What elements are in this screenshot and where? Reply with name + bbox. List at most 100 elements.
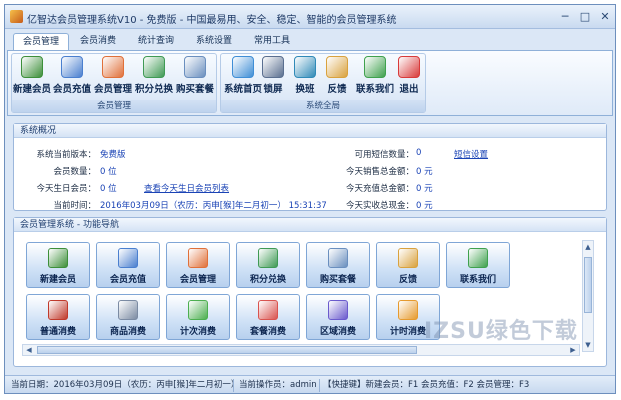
overview-value: 0 元 (416, 184, 433, 194)
nav-tile-ticket[interactable]: 计次消费 (166, 294, 230, 340)
nav-tile-pen[interactable]: 会员充值 (96, 242, 160, 288)
watermark: IZSU绿色下载 (424, 319, 578, 344)
ribbon: 新建会员 会员充值 会员管理 积分兑换 购买套餐 会员管理 系统首页 锁屏 换班… (7, 50, 613, 116)
pen-icon (61, 56, 83, 78)
status-bar: 当前日期：2016年03月09日（农历：丙申[猴]年二月初一） 当前操作员：ad… (5, 375, 615, 393)
ribbon-contact-button[interactable]: 联系我们 (355, 56, 395, 98)
tab-common-tools[interactable]: 常用工具 (245, 33, 299, 50)
ribbon-new-member-button[interactable]: 新建会员 (12, 56, 52, 98)
overview-value: 0 (416, 148, 422, 158)
nav-tile-phone[interactable]: 联系我们 (446, 242, 510, 288)
ribbon-group-system: 系统首页 锁屏 换班 反馈 联系我们 退出 系统全局 (220, 53, 426, 113)
status-shortcuts: 【快捷键】新建会员：F1 会员充值：F2 会员管理：F3 (323, 380, 530, 390)
ribbon-button-label: 联系我们 (355, 84, 394, 95)
horizontal-scroll-thumb[interactable] (37, 346, 417, 354)
scroll-down-arrow-icon[interactable]: ▼ (583, 340, 593, 350)
overview-row: 会员数量： 0 位 今天销售总金额： 0 元 (14, 165, 614, 177)
function-navigation-panel: 会员管理系统 - 功能导航 新建会员 会员充值 会员管理 积分兑换 购买套餐 反馈 联系我们… (13, 217, 607, 367)
tab-member-consumption[interactable]: 会员消费 (71, 33, 125, 50)
overview-label: 系统当前版本： (36, 150, 96, 160)
ribbon-lock-screen-button[interactable]: 锁屏 (259, 56, 287, 98)
minimize-button[interactable]: ─ (555, 8, 575, 25)
ribbon-button-label: 会员管理 (93, 84, 132, 95)
phone-icon (468, 248, 488, 268)
ribbon-home-button[interactable]: 系统首页 (223, 56, 263, 98)
ribbon-group-caption: 系统全局 (221, 100, 425, 112)
add-user-icon (48, 248, 68, 268)
overview-row: 系统当前版本： 免费版 可用短信数量： 0 短信设置 (14, 148, 614, 160)
scroll-left-arrow-icon[interactable]: ◀ (24, 345, 34, 355)
nav-header: 会员管理系统 - 功能导航 (14, 218, 606, 232)
overview-label: 今天生日会员： (36, 184, 96, 194)
birthday-members-link[interactable]: 查看今天生日会员列表 (144, 182, 229, 194)
tab-statistics[interactable]: 统计查询 (129, 33, 183, 50)
nav-tile-label: 会员管理 (179, 275, 216, 285)
ribbon-button-label: 反馈 (327, 84, 347, 95)
nav-tile-package[interactable]: 套餐消费 (236, 294, 300, 340)
lock-icon (262, 56, 284, 78)
nav-tile-grid[interactable]: 普通消费 (26, 294, 90, 340)
nav-tile-member-card[interactable]: 会员管理 (166, 242, 230, 288)
nav-tile-cart[interactable]: 商品消费 (96, 294, 160, 340)
ribbon-shift-change-button[interactable]: 换班 (291, 56, 319, 98)
grid-icon (48, 300, 68, 320)
shift-change-icon (294, 56, 316, 78)
status-separator (319, 379, 320, 392)
ribbon-exit-button[interactable]: 退出 (395, 56, 423, 98)
maximize-button[interactable]: □ (575, 8, 595, 25)
nav-tile-label: 积分兑换 (249, 275, 286, 285)
overview-row: 今天生日会员： 0 位 查看今天生日会员列表 今天充值总金额： 0 元 (14, 182, 614, 194)
tab-system-settings[interactable]: 系统设置 (187, 33, 241, 50)
nav-tile-gift[interactable]: 积分兑换 (236, 242, 300, 288)
sms-settings-link[interactable]: 短信设置 (454, 148, 488, 160)
overview-label: 当前时间： (53, 201, 96, 211)
ribbon-button-label: 会员充值 (52, 84, 91, 95)
current-time-value: 2016年03月09日（农历：丙申[猴]年二月初一） 15:31:37 (100, 201, 327, 211)
ribbon-buy-package-button[interactable]: 购买套餐 (175, 56, 215, 98)
ribbon-button-label: 系统首页 (223, 84, 262, 95)
overview-label: 会员数量： (53, 167, 96, 177)
area-grid-icon (328, 300, 348, 320)
close-button[interactable]: ✕ (595, 8, 615, 25)
nav-tile-label: 联系我们 (459, 275, 496, 285)
ribbon-member-manage-button[interactable]: 会员管理 (93, 56, 133, 98)
window-title: 亿智达会员管理系统V10 - 免费版 - 中国最易用、安全、稳定、智能的会员管理… (27, 15, 397, 26)
overview-value: 0 位 (100, 184, 117, 194)
tab-member-management[interactable]: 会员管理 (13, 33, 70, 50)
nav-tile-label: 普通消费 (39, 327, 76, 337)
ribbon-group-caption: 会员管理 (12, 100, 216, 112)
pen-icon (118, 248, 138, 268)
ribbon-points-exchange-button[interactable]: 积分兑换 (134, 56, 174, 98)
ribbon-button-label: 积分兑换 (134, 84, 173, 95)
nav-tile-add-user[interactable]: 新建会员 (26, 242, 90, 288)
nav-tile-area-grid[interactable]: 区域消费 (306, 294, 370, 340)
package-icon (258, 300, 278, 320)
app-logo-icon (10, 10, 23, 23)
status-operator: 当前操作员：admin (239, 380, 317, 390)
nav-tile-label: 新建会员 (39, 275, 76, 285)
nav-tile-feedback[interactable]: 反馈 (376, 242, 440, 288)
status-date: 当前日期：2016年03月09日（农历：丙申[猴]年二月初一） (11, 380, 240, 390)
overview-row: 当前时间： 2016年03月09日（农历：丙申[猴]年二月初一） 15:31:3… (14, 199, 614, 211)
nav-tile-label: 会员充值 (109, 275, 146, 285)
feedback-icon (398, 248, 418, 268)
nav-tile-label: 计次消费 (179, 327, 216, 337)
basket-icon (328, 248, 348, 268)
nav-tile-label: 购买套餐 (319, 275, 356, 285)
ribbon-tabs: 会员管理 会员消费 统计查询 系统设置 常用工具 (5, 30, 615, 50)
status-separator (233, 379, 234, 392)
horizontal-scrollbar[interactable]: ◀ ▶ (22, 344, 580, 356)
nav-tile-basket[interactable]: 购买套餐 (306, 242, 370, 288)
nav-tile-label: 套餐消费 (249, 327, 286, 337)
vertical-scrollbar[interactable]: ▲ ▼ (582, 240, 594, 352)
scroll-up-arrow-icon[interactable]: ▲ (583, 242, 593, 252)
nav-tile-label: 反馈 (398, 275, 417, 285)
overview-label: 可用短信数量： (354, 150, 414, 160)
vertical-scroll-thumb[interactable] (584, 257, 592, 313)
nav-tile-label: 商品消费 (109, 327, 146, 337)
scroll-right-arrow-icon[interactable]: ▶ (568, 345, 578, 355)
ribbon-recharge-button[interactable]: 会员充值 (52, 56, 92, 98)
overview-value: 0 元 (416, 201, 433, 211)
overview-value: 0 位 (100, 167, 117, 177)
ribbon-feedback-button[interactable]: 反馈 (323, 56, 351, 98)
